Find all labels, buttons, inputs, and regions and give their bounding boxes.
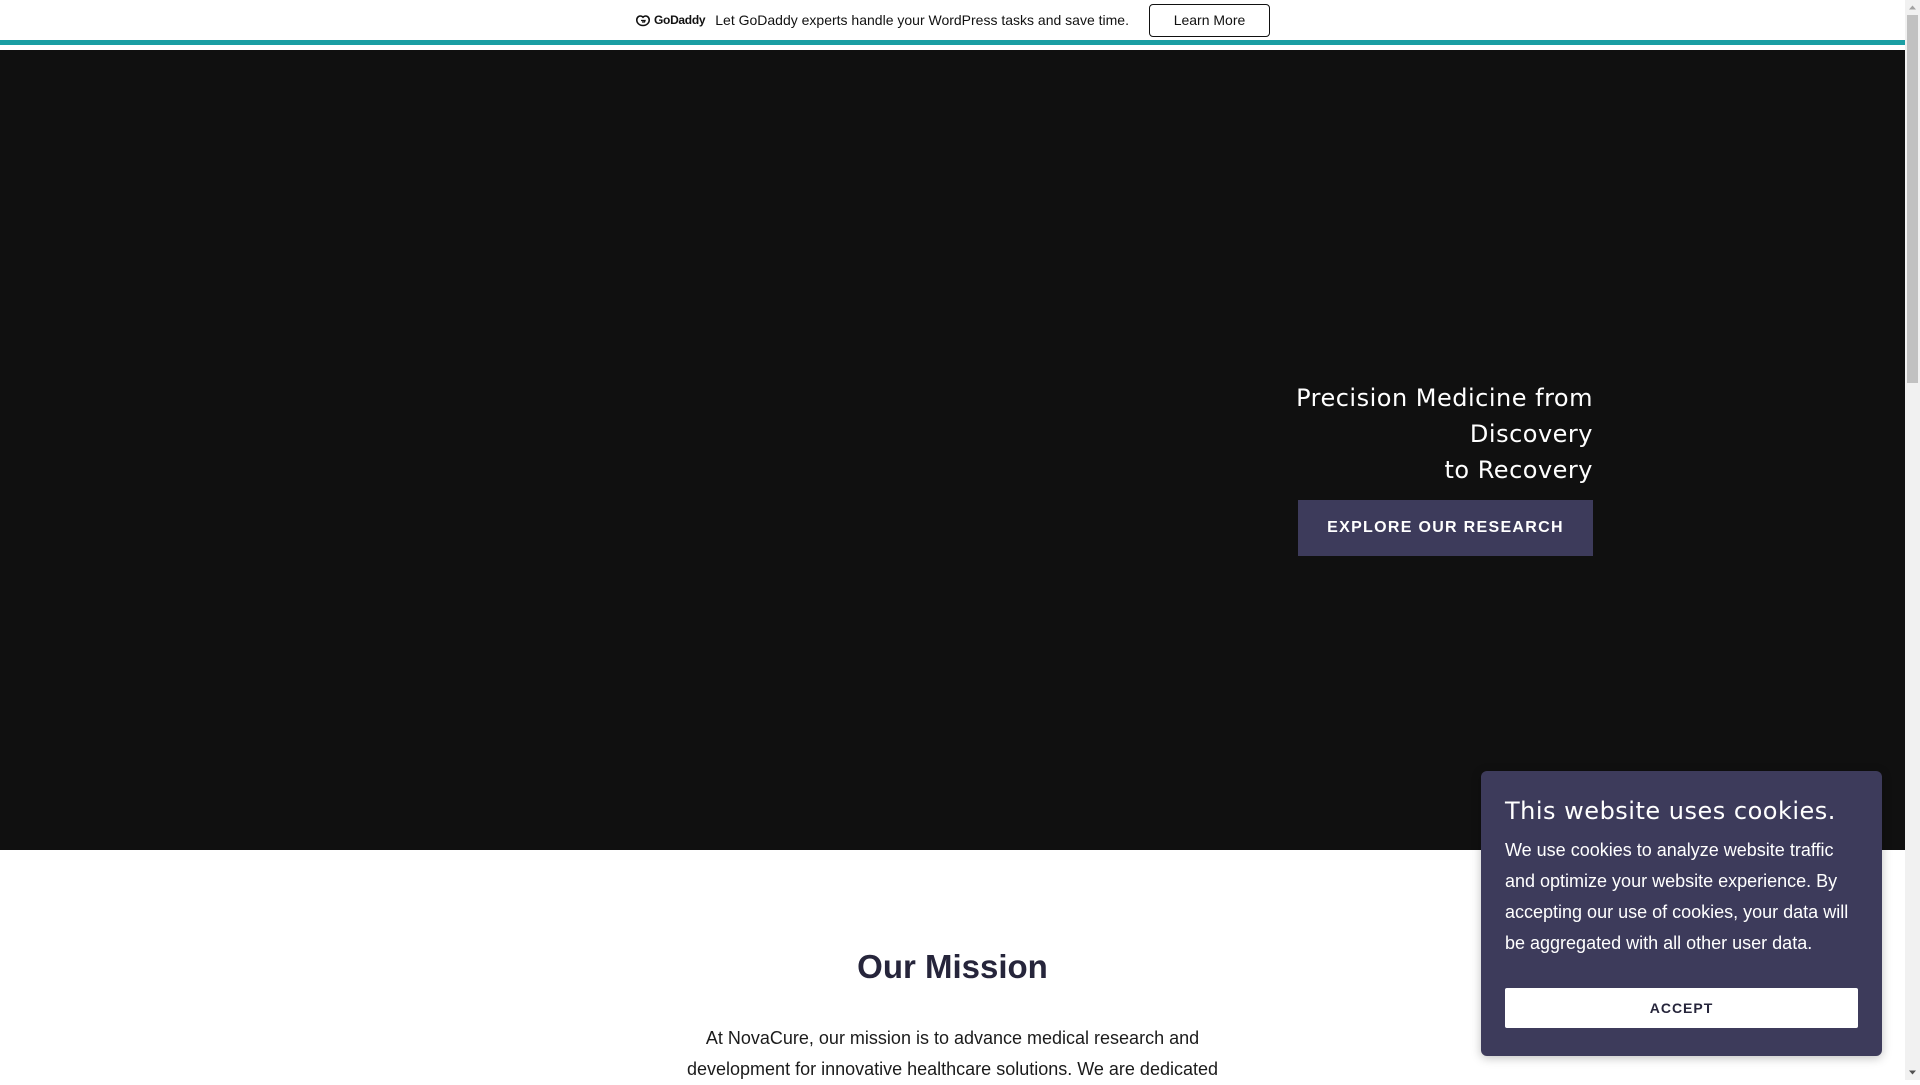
vertical-scrollbar[interactable]	[1905, 0, 1920, 1080]
page: GoDaddy Let GoDaddy experts handle your …	[0, 0, 1905, 1080]
godaddy-logo-text: GoDaddy	[654, 13, 706, 27]
cookie-text: We use cookies to analyze website traffi…	[1505, 840, 1849, 953]
promo-message: Let GoDaddy experts handle your WordPres…	[715, 12, 1129, 28]
hero-title-line-1: Precision Medicine from Discovery	[1296, 384, 1593, 448]
godaddy-logo-icon	[635, 14, 651, 26]
cookie-accept-button[interactable]: ACCEPT	[1505, 988, 1858, 1028]
promo-bar: GoDaddy Let GoDaddy experts handle your …	[0, 0, 1905, 45]
learn-more-button[interactable]: Learn More	[1148, 3, 1270, 37]
scroll-down-arrow-icon[interactable]	[1905, 1065, 1920, 1080]
hero-title-line-2: to Recovery	[1444, 456, 1593, 484]
cookie-title: This website uses cookies.	[1505, 797, 1836, 825]
godaddy-logo: GoDaddy	[635, 13, 706, 27]
explore-research-button[interactable]: EXPLORE OUR RESEARCH	[1298, 500, 1593, 556]
hero-content: Precision Medicine from Discovery to Rec…	[1173, 380, 1593, 556]
cookie-dialog: This website uses cookies. We use cookie…	[1481, 771, 1882, 1056]
hero-section: Precision Medicine from Discovery to Rec…	[0, 50, 1905, 850]
scroll-up-arrow-icon[interactable]	[1905, 0, 1920, 15]
hero-title: Precision Medicine from Discovery to Rec…	[1173, 380, 1593, 488]
mission-text: At NovaCure, our mission is to advance m…	[687, 1028, 1218, 1079]
scrollbar-thumb[interactable]	[1907, 15, 1918, 383]
